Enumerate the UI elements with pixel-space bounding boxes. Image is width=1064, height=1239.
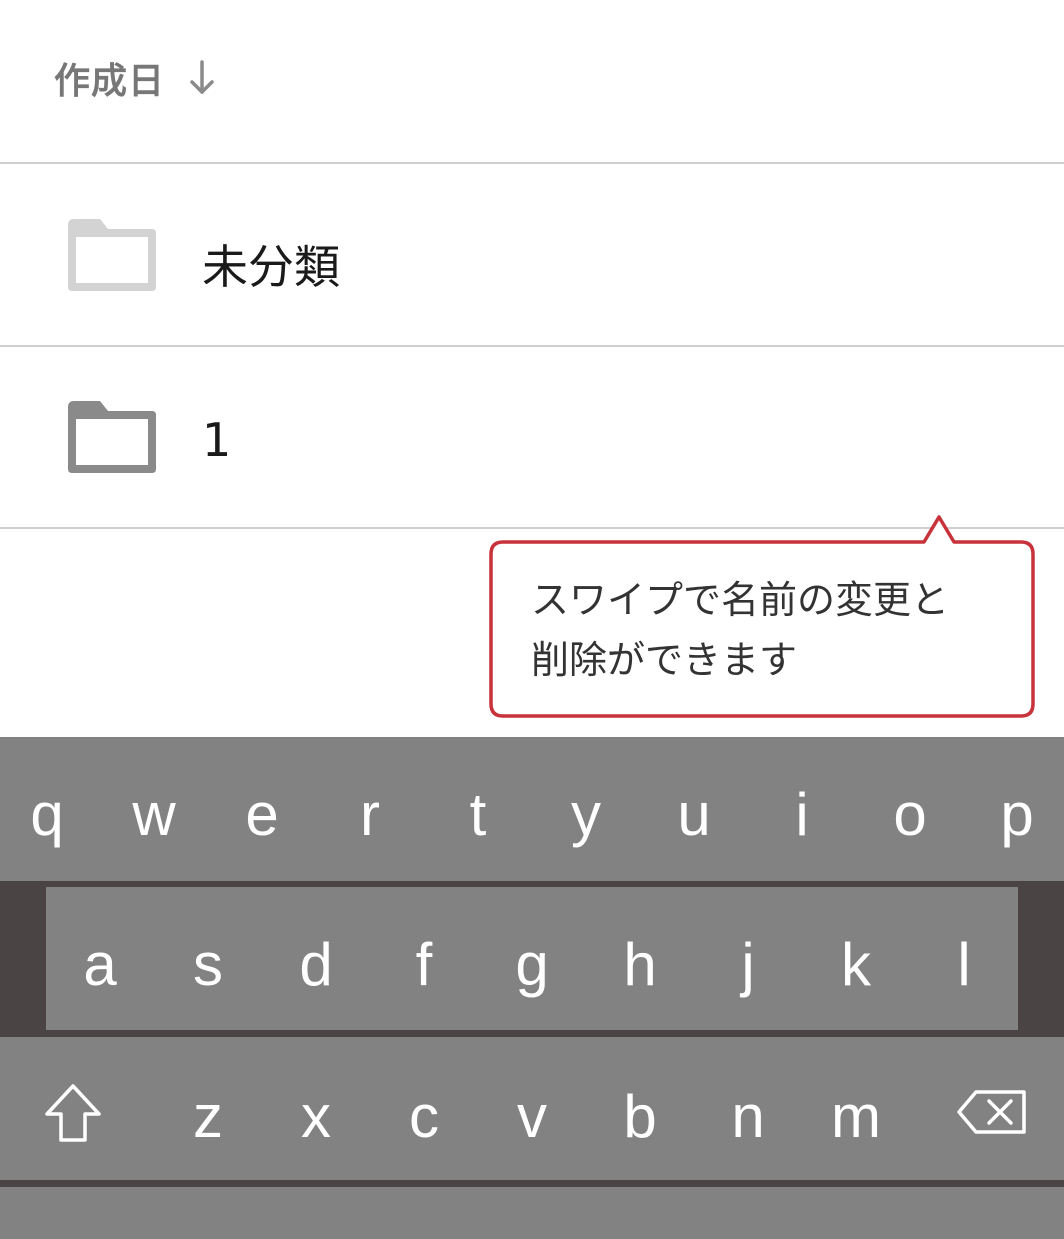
tooltip-line-2: 削除ができます (531, 638, 798, 682)
folder-name: 未分類 (202, 240, 340, 294)
keyboard-row-2: a s d f g h j k l (46, 887, 1018, 1030)
key-z[interactable]: z (154, 1087, 262, 1147)
key-n[interactable]: n (694, 1087, 802, 1147)
swipe-hint-tooltip: スワイプで名前の変更と 削除ができます (487, 512, 1037, 718)
arrow-down-icon[interactable] (186, 58, 218, 98)
key-i[interactable]: i (748, 785, 856, 845)
key-f[interactable]: f (370, 935, 478, 995)
key-v[interactable]: v (478, 1087, 586, 1147)
key-p[interactable]: p (963, 785, 1064, 845)
key-l[interactable]: l (910, 935, 1018, 995)
key-s[interactable]: s (154, 935, 262, 995)
keyboard-row-1: q w e r t y u i o p (0, 737, 1064, 881)
sort-header[interactable]: 作成日 (0, 0, 1064, 164)
keyboard-row-4 (0, 1187, 1064, 1239)
shift-icon[interactable] (44, 1083, 102, 1143)
key-r[interactable]: r (316, 785, 424, 845)
key-a[interactable]: a (46, 935, 154, 995)
key-d[interactable]: d (262, 935, 370, 995)
folder-icon (68, 401, 156, 473)
key-y[interactable]: y (532, 785, 640, 845)
key-u[interactable]: u (640, 785, 748, 845)
folder-name: 1 (202, 413, 232, 467)
key-b[interactable]: b (586, 1087, 694, 1147)
key-x[interactable]: x (262, 1087, 370, 1147)
key-c[interactable]: c (370, 1087, 478, 1147)
folder-row-uncategorized[interactable]: 未分類 (0, 165, 1064, 347)
key-m[interactable]: m (802, 1087, 910, 1147)
key-j[interactable]: j (694, 935, 802, 995)
folder-row-1[interactable]: 1 (0, 347, 1064, 529)
key-q[interactable]: q (0, 785, 101, 845)
key-k[interactable]: k (802, 935, 910, 995)
key-t[interactable]: t (424, 785, 532, 845)
key-g[interactable]: g (478, 935, 586, 995)
key-o[interactable]: o (856, 785, 964, 845)
software-keyboard: q w e r t y u i o p a s d f g h j k l z … (0, 737, 1064, 1239)
key-w[interactable]: w (100, 785, 208, 845)
folder-icon (68, 219, 156, 291)
key-h[interactable]: h (586, 935, 694, 995)
keyboard-row-3: z x c v b n m (0, 1037, 1064, 1180)
tooltip-line-1: スワイプで名前の変更と (531, 578, 950, 622)
backspace-icon[interactable] (956, 1089, 1028, 1135)
key-e[interactable]: e (208, 785, 316, 845)
tooltip-text: スワイプで名前の変更と 削除ができます (531, 570, 1011, 690)
sort-label[interactable]: 作成日 (54, 52, 165, 104)
